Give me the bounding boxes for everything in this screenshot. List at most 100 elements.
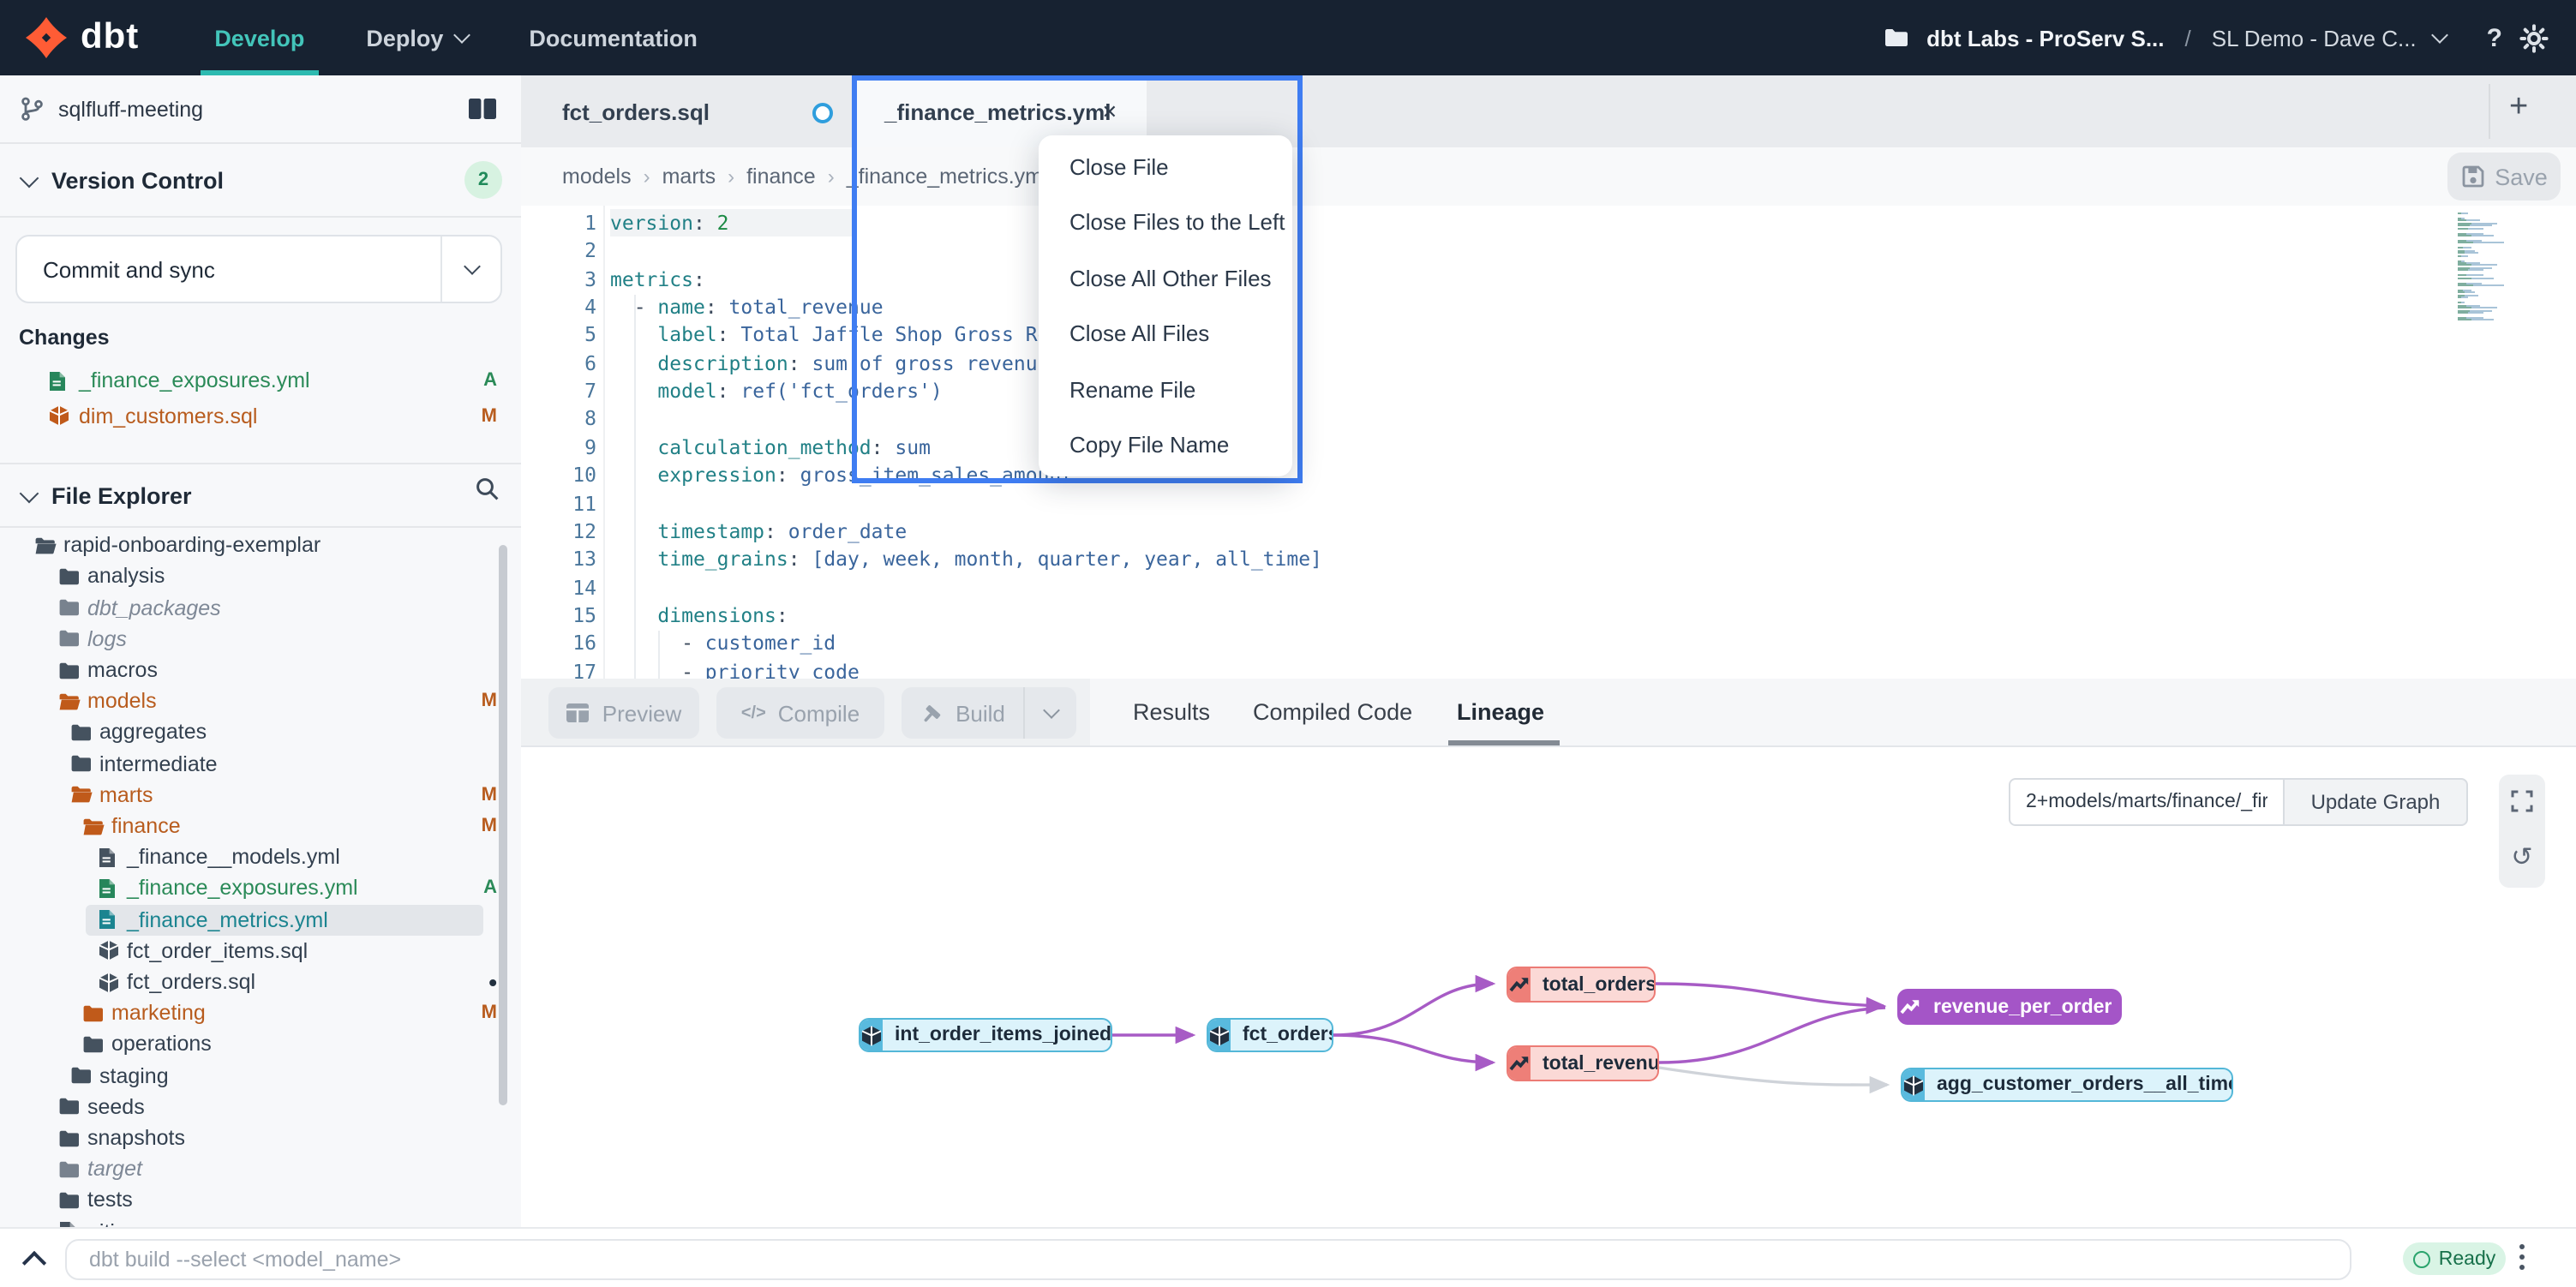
line-number: 3	[521, 265, 596, 293]
lineage-canvas[interactable]: int_order_items_joined fct_orders total_or…	[521, 747, 2576, 1227]
breadcrumb-item[interactable]: marts	[662, 165, 716, 189]
commit-options-split[interactable]	[440, 236, 500, 302]
file-tree-scrollbar[interactable]	[499, 545, 507, 1105]
tab-results[interactable]: Results	[1133, 679, 1210, 745]
context-menu-item-rename-file[interactable]: Rename File	[1039, 362, 1292, 417]
reset-view-icon[interactable]: ↺	[2511, 842, 2532, 873]
file-tree-item-rapid-onboarding-exemplar[interactable]: rapid-onboarding-exemplar	[0, 530, 521, 560]
changed-file-name: _finance_exposures.yml	[79, 368, 310, 392]
file-tree-item-aggregates[interactable]: aggregates	[0, 717, 521, 748]
code-line-15: 15 dimensions:	[521, 602, 2576, 630]
tab-compiled-code[interactable]: Compiled Code	[1253, 679, 1412, 745]
version-control-header[interactable]: Version Control	[0, 144, 521, 218]
file-tree-item-marts[interactable]: martsM	[0, 780, 521, 811]
git-status-badge: M	[482, 816, 497, 836]
breadcrumb-item[interactable]: _finance_metrics.yml	[847, 165, 1048, 189]
file-tree-item-models[interactable]: modelsM	[0, 685, 521, 716]
file-tree-item--finance-models-yml[interactable]: _finance__models.yml	[0, 841, 521, 872]
context-menu-item-copy-file-name[interactable]: Copy File Name	[1039, 417, 1292, 473]
file-tree-item-fct-order-items-sql[interactable]: fct_order_items.sql	[0, 936, 521, 967]
file-tree-item-staging[interactable]: staging	[0, 1060, 521, 1091]
lineage-node-int_order_items_joined[interactable]: int_order_items_joined	[859, 1018, 1112, 1052]
file-tree-item--finance-exposures-yml[interactable]: _finance_exposures.ymlA	[0, 873, 521, 904]
lineage-node-total_orders[interactable]: total_orders	[1507, 967, 1656, 1003]
lineage-node-total_revenue[interactable]: total_revenue	[1507, 1045, 1659, 1081]
file-explorer-header[interactable]: File Explorer	[0, 463, 521, 528]
file-tree-item-marketing[interactable]: marketingM	[0, 997, 521, 1028]
kebab-menu-icon[interactable]	[2519, 1244, 2525, 1270]
folder-icon	[82, 1003, 105, 1022]
context-menu-item-close-all-other-files[interactable]: Close All Other Files	[1039, 250, 1292, 306]
file-tree-item-seeds[interactable]: seeds	[0, 1092, 521, 1122]
breadcrumb-item[interactable]: models	[562, 165, 632, 189]
folder-icon	[58, 598, 81, 617]
lineage-edge	[1656, 984, 1884, 1006]
commit-and-sync-button[interactable]: Commit and sync	[15, 235, 502, 303]
file-tree-item-gitignore[interactable]: gitignore	[0, 1216, 521, 1227]
dbt-command-input[interactable]	[65, 1239, 2351, 1280]
code-line-1: 1version: 2	[521, 209, 2576, 237]
chevron-up-icon[interactable]	[22, 1251, 46, 1275]
project-name[interactable]: SL Demo - Dave C...	[2212, 25, 2417, 51]
file-tree-item-snapshots[interactable]: snapshots	[0, 1122, 521, 1153]
code-line-4: 4 - name: total_revenue	[521, 293, 2576, 321]
build-button[interactable]: Build	[902, 687, 1076, 739]
account-name[interactable]: dbt Labs - ProServ S...	[1926, 25, 2164, 51]
context-menu-item-close-file[interactable]: Close File	[1039, 139, 1292, 195]
breadcrumb-separator: ›	[644, 165, 650, 189]
docs-book-icon[interactable]	[468, 98, 497, 120]
changed-file-row[interactable]: dim_customers.sqlM	[0, 400, 521, 431]
nav-item-documentation[interactable]: Documentation	[529, 0, 698, 75]
tab-fct-orders[interactable]: fct_orders.sql	[521, 75, 852, 147]
branch-name[interactable]: sqlfluff-meeting	[58, 97, 203, 121]
close-icon[interactable]: ✕	[1102, 100, 1117, 123]
lineage-node-revenue_per_order[interactable]: revenue_per_order	[1897, 989, 2122, 1025]
line-number: 12	[521, 518, 596, 546]
file-tree-item-fct-orders-sql[interactable]: fct_orders.sql•	[0, 967, 521, 997]
build-options-button[interactable]	[1025, 709, 1076, 716]
lineage-node-agg_customer_orders__all_time[interactable]: agg_customer_orders__all_time	[1901, 1068, 2233, 1102]
search-icon[interactable]	[475, 476, 500, 502]
lineage-node-fct_orders[interactable]: fct_orders	[1207, 1018, 1333, 1052]
save-button[interactable]: Save	[2447, 153, 2561, 201]
context-menu-item-close-all-files[interactable]: Close All Files	[1039, 306, 1292, 362]
preview-button[interactable]: Preview	[548, 687, 699, 739]
nav-item-develop[interactable]: Develop	[214, 0, 304, 75]
code-editor[interactable]: 1version: 223metrics:4 - name: total_rev…	[521, 206, 2576, 679]
code-line-7: 7 model: ref('fct_orders')	[521, 377, 2576, 405]
file-tree-item-finance[interactable]: financeM	[0, 811, 521, 841]
file-tree-item-target[interactable]: target	[0, 1153, 521, 1184]
file-tree-item-operations[interactable]: operations	[0, 1029, 521, 1060]
fullscreen-icon[interactable]	[2511, 790, 2533, 812]
update-graph-button[interactable]: Update Graph	[2283, 778, 2468, 826]
file-name: intermediate	[99, 751, 218, 775]
unsaved-dot-badge: •	[488, 968, 497, 996]
file-tree-item-dbt-packages[interactable]: dbt_packages	[0, 592, 521, 623]
file-tree-item-logs[interactable]: logs	[0, 624, 521, 655]
compile-button[interactable]: </> Compile	[716, 687, 884, 739]
gear-icon[interactable]	[2519, 23, 2549, 52]
file-tree-item--finance-metrics-yml[interactable]: _finance_metrics.yml	[0, 904, 521, 935]
context-menu-item-close-files-to-the-left[interactable]: Close Files to the Left	[1039, 195, 1292, 250]
lineage-filter-input[interactable]	[2009, 778, 2283, 826]
tab-lineage[interactable]: Lineage	[1457, 679, 1544, 745]
file-tree-item-intermediate[interactable]: intermediate	[0, 748, 521, 779]
changed-file-row[interactable]: _finance_exposures.ymlA	[0, 365, 521, 396]
editor-minimap[interactable]	[2458, 213, 2509, 326]
active-tab-underline	[1448, 740, 1560, 745]
breadcrumb-item[interactable]: finance	[746, 165, 816, 189]
file-tree-item-tests[interactable]: tests	[0, 1185, 521, 1216]
folder-icon	[70, 754, 93, 773]
nav-item-deploy[interactable]: Deploy	[366, 0, 467, 75]
dbt-logo[interactable]: dbt	[24, 15, 139, 60]
breadcrumb-separator: ›	[728, 165, 734, 189]
open-folder-icon	[34, 536, 57, 554]
file-tree-item-analysis[interactable]: analysis	[0, 561, 521, 592]
file-tree-item-macros[interactable]: macros	[0, 655, 521, 685]
help-icon[interactable]: ?	[2487, 23, 2502, 52]
file-name: dbt_packages	[87, 596, 221, 620]
model-cube-icon	[860, 1024, 883, 1046]
tab-context-menu: Close FileClose Files to the LeftClose A…	[1039, 135, 1292, 476]
new-tab-button[interactable]: +	[2509, 89, 2528, 127]
account-chevron-down-icon[interactable]	[2431, 27, 2448, 44]
